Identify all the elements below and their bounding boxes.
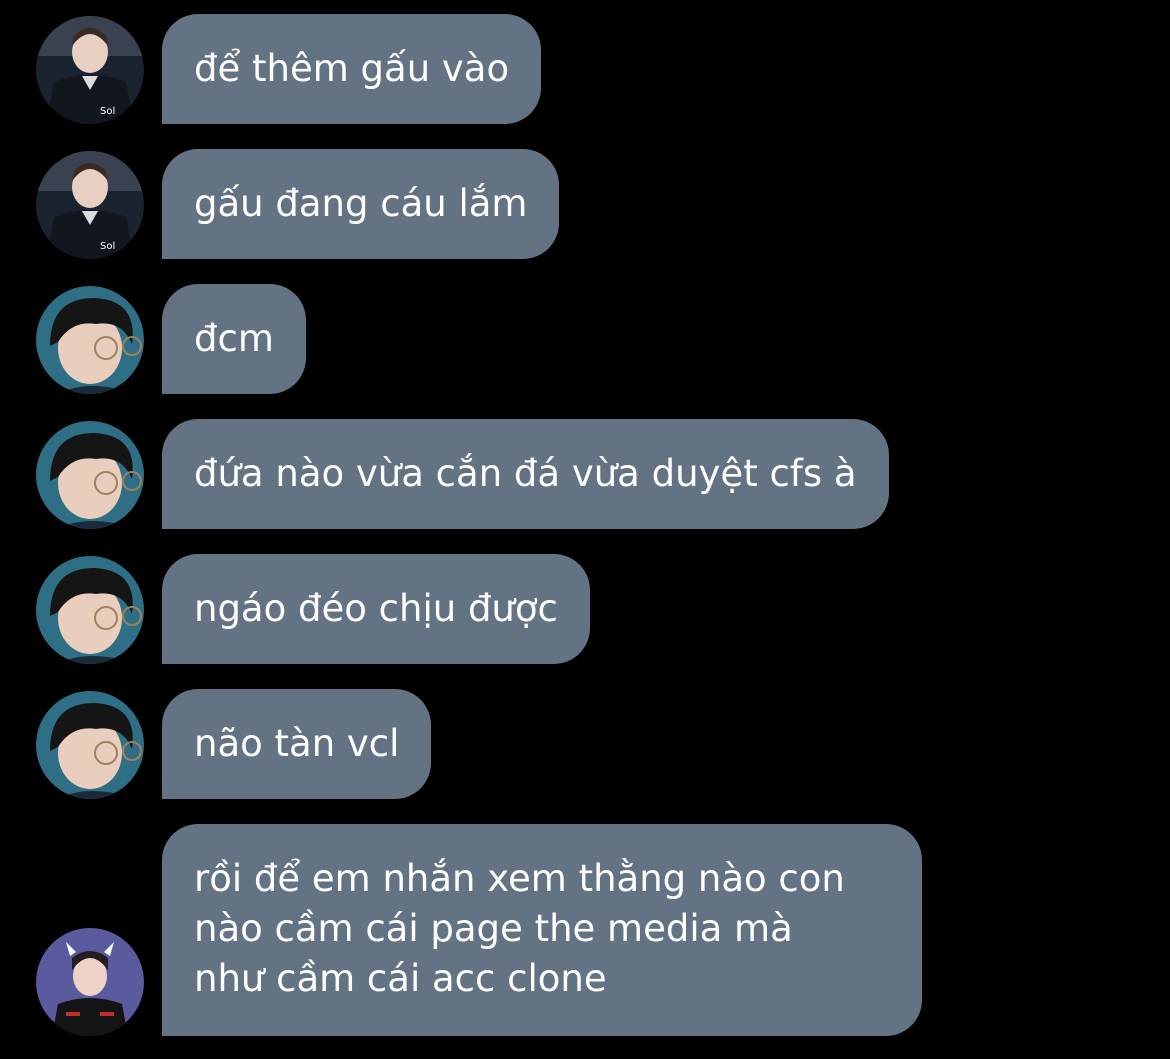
- player-portrait-avatar[interactable]: [36, 151, 144, 259]
- message-bubble[interactable]: để thêm gấu vào: [162, 14, 542, 124]
- message-text: gấu đang cáu lắm: [194, 182, 528, 225]
- message-text: đứa nào vừa cắn đá vừa duyệt cfs à: [194, 452, 857, 495]
- glasses-boy-avatar[interactable]: [36, 556, 144, 664]
- glasses-boy-avatar[interactable]: [36, 691, 144, 799]
- glasses-boy-avatar[interactable]: [36, 421, 144, 529]
- message-text: để thêm gấu vào: [194, 47, 510, 90]
- player-portrait-avatar[interactable]: [36, 16, 144, 124]
- devil-horns-avatar[interactable]: [36, 928, 144, 1036]
- message-text-line: như cầm cái acc clone: [194, 957, 607, 1000]
- message-text: ngáo đéo chịu được: [194, 587, 558, 630]
- message-text: đcm: [194, 317, 274, 360]
- message-bubble[interactable]: gấu đang cáu lắm: [162, 149, 560, 259]
- message-bubble[interactable]: rồi để em nhắn xem thằng nào con nào cầm…: [162, 824, 922, 1036]
- message-text-line: nào cầm cái page the media mà: [194, 907, 793, 950]
- chat-thread: để thêm gấu vào gấu đang cáu lắm đcm đứa…: [0, 0, 1170, 1059]
- glasses-boy-avatar[interactable]: [36, 286, 144, 394]
- message-bubble[interactable]: đứa nào vừa cắn đá vừa duyệt cfs à: [162, 419, 889, 529]
- message-bubble[interactable]: đcm: [162, 284, 306, 394]
- message-text: não tàn vcl: [194, 722, 400, 765]
- message-bubble[interactable]: não tàn vcl: [162, 689, 432, 799]
- message-bubble[interactable]: ngáo đéo chịu được: [162, 554, 590, 664]
- message-text-line: rồi để em nhắn xem thằng nào con: [194, 857, 845, 900]
